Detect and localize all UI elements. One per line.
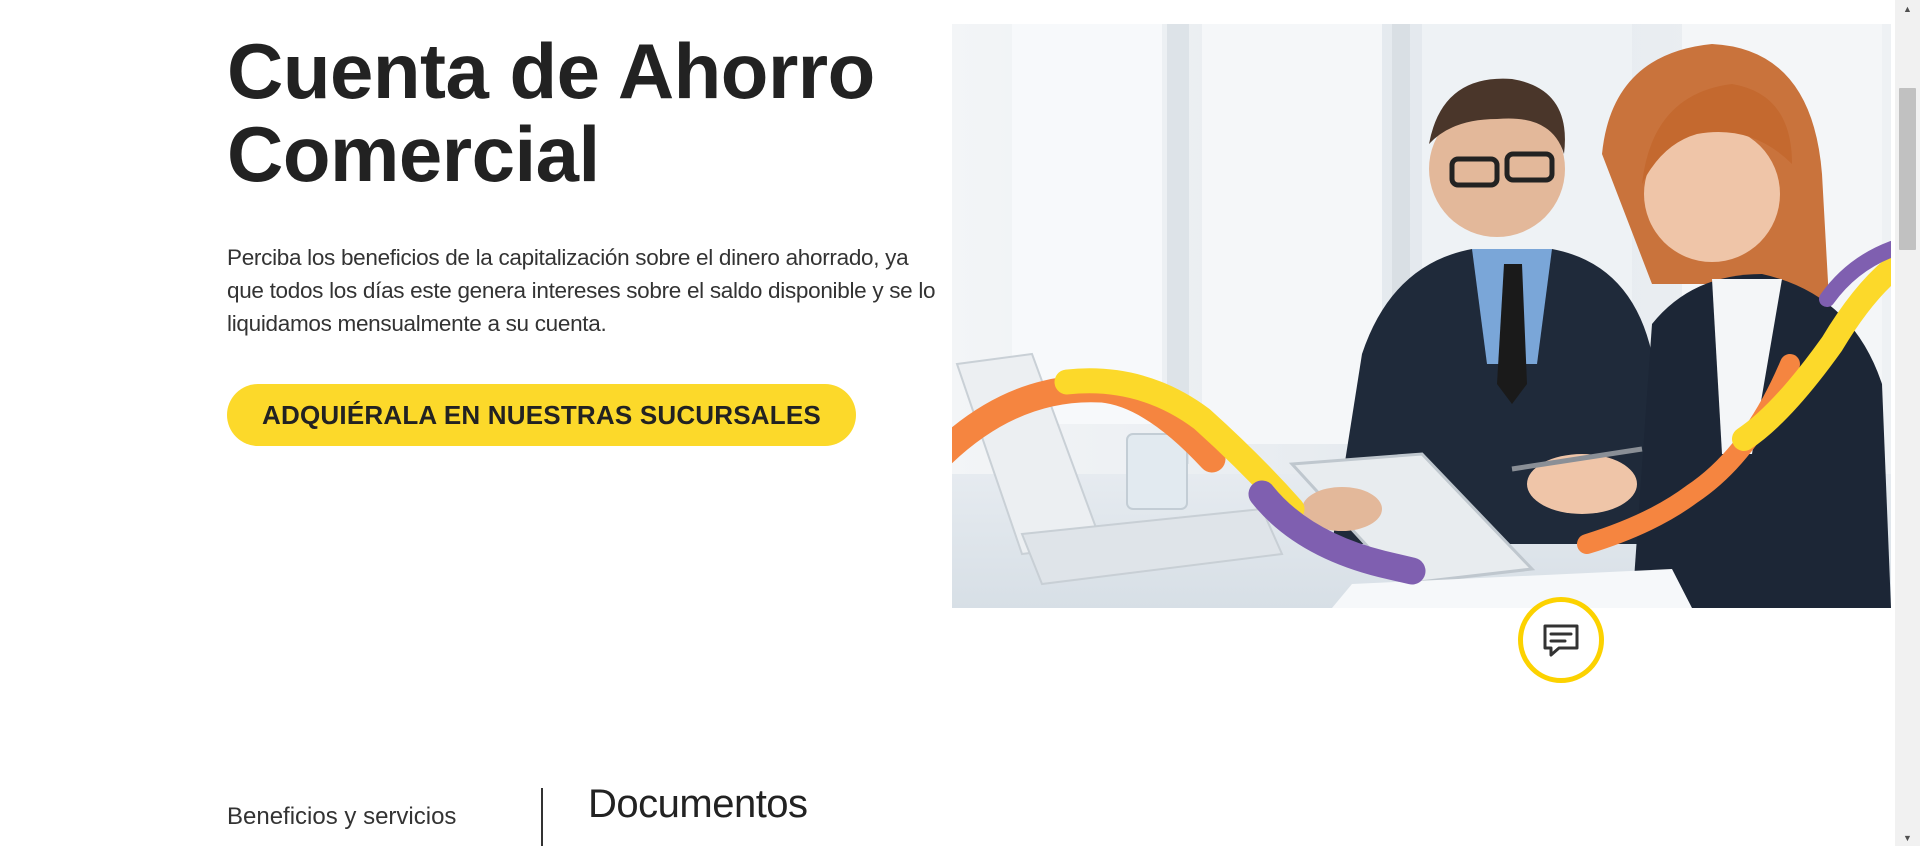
- acquire-at-branches-button[interactable]: ADQUIÉRALA EN NUESTRAS SUCURSALES: [227, 384, 856, 446]
- chat-button[interactable]: [1518, 597, 1604, 683]
- hero-description: Perciba los beneficios de la capitalizac…: [227, 245, 936, 336]
- chat-bubble-icon: [1543, 624, 1579, 657]
- page-title: Cuenta de Ahorro Comercial: [227, 27, 875, 198]
- documents-heading: Documentos: [588, 782, 808, 826]
- section-divider: [541, 788, 543, 846]
- scroll-down-arrow-icon[interactable]: ▼: [1895, 829, 1920, 846]
- vertical-scrollbar[interactable]: ▲ ▼: [1895, 0, 1920, 846]
- scroll-thumb[interactable]: [1899, 88, 1916, 250]
- business-people-photo-icon: [923, 24, 1904, 608]
- scroll-up-arrow-icon[interactable]: ▲: [1895, 0, 1920, 17]
- hero-image: [923, 24, 1904, 608]
- nav-item-benefits-services[interactable]: Beneficios y servicios: [227, 803, 456, 831]
